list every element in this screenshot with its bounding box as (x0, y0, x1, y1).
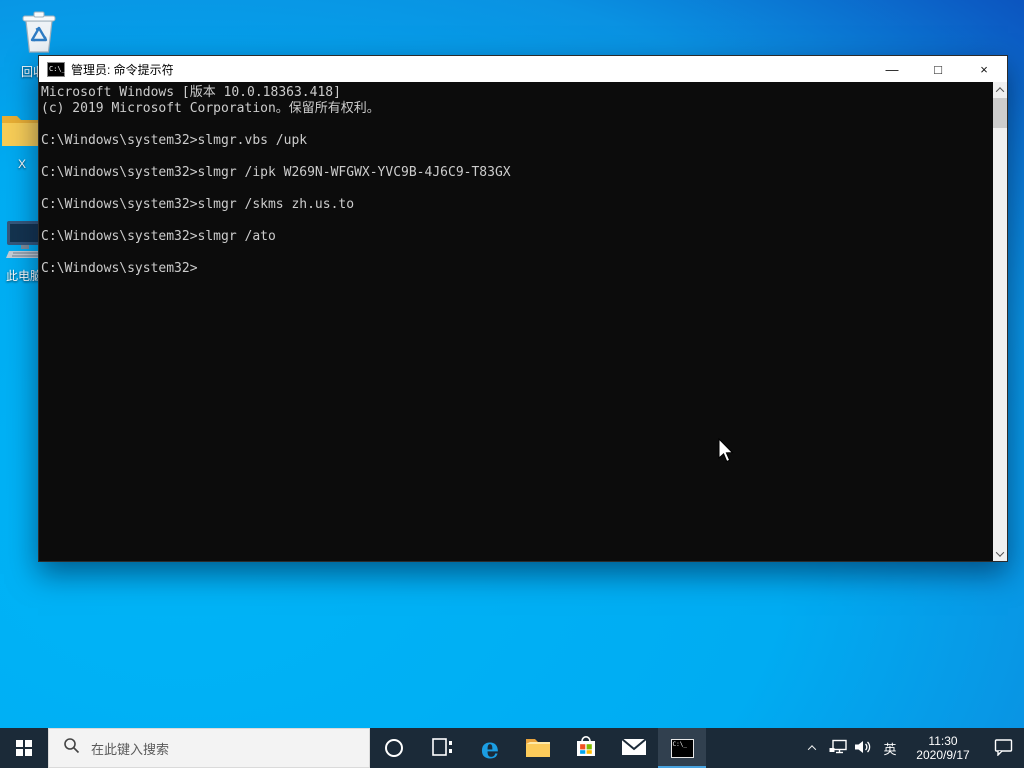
mail-button[interactable] (610, 728, 658, 768)
windows-logo-icon (16, 740, 32, 756)
taskbar: 在此键入搜索 e C:\_ 英 11:30 2020/9/17 (0, 728, 1024, 768)
scroll-down-icon[interactable] (993, 546, 1007, 561)
store-button[interactable] (562, 728, 610, 768)
console-line: C:\Windows\system32>slmgr /skms zh.us.to (41, 197, 355, 212)
mail-icon (621, 737, 647, 760)
action-center-button[interactable] (982, 728, 1024, 768)
file-explorer-icon (525, 736, 551, 761)
cortana-icon (385, 739, 403, 757)
network-button[interactable] (825, 728, 850, 768)
console-line: C:\Windows\system32> (41, 261, 198, 276)
close-button[interactable]: × (961, 56, 1007, 82)
mouse-cursor (717, 437, 737, 469)
desktop: 回收站 X 此电脑 C:\_ 管理员: 命令提示符 (0, 0, 1024, 768)
console-line: C:\Windows\system32>slmgr.vbs /upk (41, 133, 308, 148)
scrollbar-thumb[interactable] (993, 98, 1007, 128)
desktop-icon-label: X (17, 157, 26, 171)
console-scrollbar[interactable] (993, 82, 1007, 561)
action-center-icon (994, 738, 1013, 759)
edge-button[interactable]: e (466, 728, 514, 768)
tray-overflow-button[interactable] (799, 728, 825, 768)
clock-time: 11:30 (928, 734, 958, 748)
edge-icon: e (480, 730, 500, 765)
task-view-button[interactable] (418, 728, 466, 768)
file-explorer-button[interactable] (514, 728, 562, 768)
start-button[interactable] (0, 728, 48, 768)
system-tray: 英 11:30 2020/9/17 (799, 728, 1024, 768)
chevron-up-icon (807, 745, 817, 754)
console-line: C:\Windows\system32>slmgr /ato (41, 229, 276, 244)
store-icon (574, 735, 598, 762)
volume-icon (854, 739, 872, 758)
scroll-up-icon[interactable] (993, 82, 1007, 97)
ime-indicator[interactable]: 英 (876, 728, 904, 768)
taskbar-search-input[interactable]: 在此键入搜索 (48, 728, 370, 768)
window-title: 管理员: 命令提示符 (71, 62, 174, 77)
network-icon (829, 739, 847, 758)
console-output[interactable]: Microsoft Windows [版本 10.0.18363.418] (c… (39, 82, 993, 561)
taskbar-clock[interactable]: 11:30 2020/9/17 (904, 728, 982, 768)
maximize-button[interactable]: □ (915, 56, 961, 82)
window-controls: — □ × (869, 56, 1007, 82)
desktop-icon-label: 此电脑 (5, 269, 42, 283)
console-line: Microsoft Windows [版本 10.0.18363.418] (41, 85, 341, 100)
console-line: C:\Windows\system32>slmgr /ipk W269N-WFG… (41, 165, 511, 180)
volume-button[interactable] (850, 728, 876, 768)
cmd-window: C:\_ 管理员: 命令提示符 — □ × Microsoft Windows … (38, 55, 1008, 562)
console-line: (c) 2019 Microsoft Corporation。保留所有权利。 (41, 101, 380, 116)
cmd-icon: C:\_ (670, 738, 694, 758)
search-placeholder: 在此键入搜索 (91, 741, 170, 757)
recycle-bin-icon (15, 6, 63, 61)
search-icon (63, 737, 80, 759)
cmd-app-icon: C:\_ (47, 61, 66, 77)
cortana-button[interactable] (370, 728, 418, 768)
clock-date: 2020/9/17 (916, 748, 970, 762)
cmd-taskbar-button[interactable]: C:\_ (658, 728, 706, 768)
cmd-titlebar[interactable]: C:\_ 管理员: 命令提示符 — □ × (39, 56, 1007, 82)
task-view-icon (430, 736, 454, 761)
minimize-button[interactable]: — (869, 56, 915, 82)
